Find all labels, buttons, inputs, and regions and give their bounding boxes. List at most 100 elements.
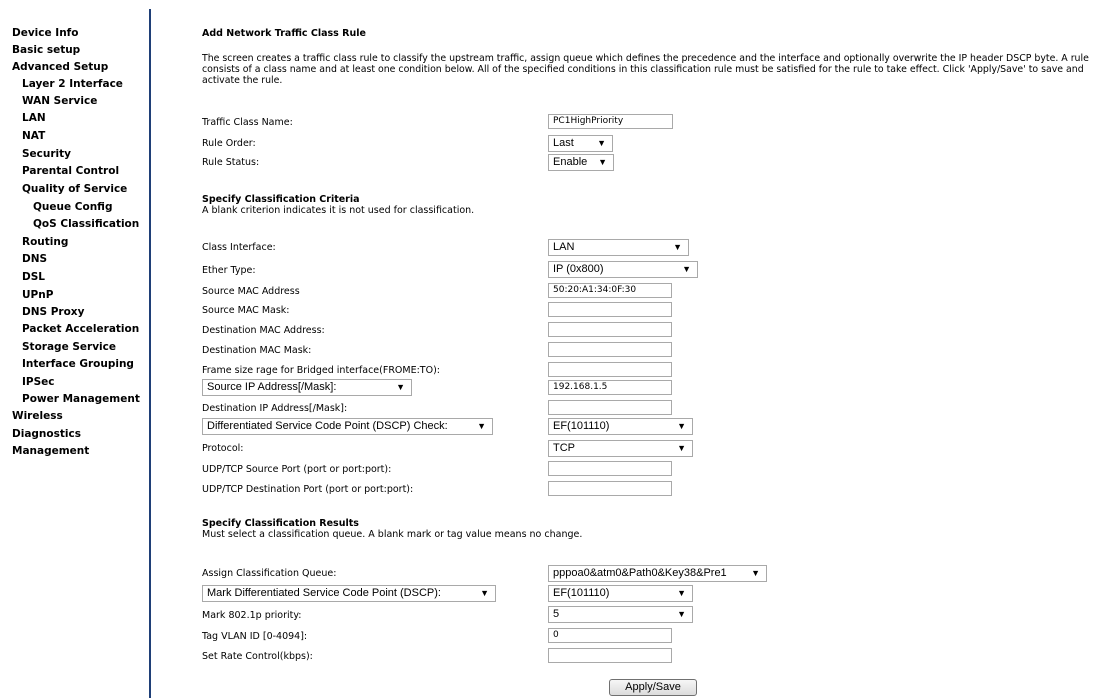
sidebar-item-diagnostics[interactable]: Diagnostics — [12, 428, 81, 440]
protocol-label: Protocol: — [202, 443, 244, 454]
chevron-down-icon: ▼ — [677, 588, 686, 598]
page-title: Add Network Traffic Class Rule — [202, 28, 366, 39]
sidebar-divider — [149, 9, 151, 698]
class-interface-select[interactable]: LAN ▼ — [548, 239, 689, 256]
chevron-down-icon: ▼ — [677, 421, 686, 431]
destination-ip-input[interactable] — [548, 400, 672, 415]
chevron-down-icon: ▼ — [677, 609, 686, 619]
chevron-down-icon: ▼ — [751, 568, 760, 578]
vlan-id-input[interactable]: 0 — [548, 628, 672, 643]
chevron-down-icon: ▼ — [598, 157, 607, 167]
source-mac-mask-input[interactable] — [548, 302, 672, 317]
protocol-select[interactable]: TCP ▼ — [548, 440, 693, 457]
rule-status-select[interactable]: Enable ▼ — [548, 154, 614, 171]
sidebar-item-dsl[interactable]: DSL — [22, 271, 45, 283]
dscp-mark-type-select[interactable]: Mark Differentiated Service Code Point (… — [202, 585, 496, 602]
dscp-mark-select[interactable]: EF(101110) ▼ — [548, 585, 693, 602]
protocol-value: TCP — [553, 442, 575, 454]
dscp-mark-value: EF(101110) — [553, 587, 610, 599]
chevron-down-icon: ▼ — [597, 138, 606, 148]
chevron-down-icon: ▼ — [673, 242, 682, 252]
destination-mac-label: Destination MAC Address: — [202, 325, 325, 336]
destination-mac-mask-label: Destination MAC Mask: — [202, 345, 312, 356]
dscp-check-select[interactable]: EF(101110) ▼ — [548, 418, 693, 435]
results-heading: Specify Classification Results — [202, 518, 359, 529]
source-ip-type-value: Source IP Address[/Mask]: — [207, 381, 337, 393]
priority-8021p-select[interactable]: 5 ▼ — [548, 606, 693, 623]
page-description: The screen creates a traffic class rule … — [202, 53, 1089, 86]
criteria-note: A blank criterion indicates it is not us… — [202, 205, 475, 216]
rule-order-select[interactable]: Last ▼ — [548, 135, 613, 152]
classification-queue-label: Assign Classification Queue: — [202, 568, 337, 579]
sidebar-item-dns-proxy[interactable]: DNS Proxy — [22, 306, 84, 318]
sidebar-item-interface-grouping[interactable]: Interface Grouping — [22, 358, 134, 370]
class-interface-label: Class Interface: — [202, 242, 276, 253]
sidebar-item-power-management[interactable]: Power Management — [22, 393, 140, 405]
source-ip-type-select[interactable]: Source IP Address[/Mask]: ▼ — [202, 379, 412, 396]
source-mac-label: Source MAC Address — [202, 286, 300, 297]
frame-size-input[interactable] — [548, 362, 672, 377]
traffic-class-name-input[interactable]: PC1HighPriority — [548, 114, 673, 129]
dscp-check-type-select[interactable]: Differentiated Service Code Point (DSCP)… — [202, 418, 493, 435]
rule-status-label: Rule Status: — [202, 157, 260, 168]
sidebar-item-management[interactable]: Management — [12, 445, 89, 457]
frame-size-label: Frame size rage for Bridged interface(FR… — [202, 365, 440, 376]
source-mac-mask-label: Source MAC Mask: — [202, 305, 290, 316]
sidebar-item-wan-service[interactable]: WAN Service — [22, 95, 97, 107]
sidebar-item-quality-of-service[interactable]: Quality of Service — [22, 183, 127, 195]
sidebar-item-ipsec[interactable]: IPSec — [22, 376, 55, 388]
sidebar-item-upnp[interactable]: UPnP — [22, 289, 53, 301]
priority-8021p-label: Mark 802.1p priority: — [202, 610, 302, 621]
sidebar-nav: Device Info Basic setup Advanced Setup L… — [0, 0, 149, 698]
dscp-check-value: EF(101110) — [553, 420, 610, 432]
sidebar-item-packet-acceleration[interactable]: Packet Acceleration — [22, 323, 139, 335]
chevron-down-icon: ▼ — [396, 382, 405, 392]
destination-port-input[interactable] — [548, 481, 672, 496]
apply-save-button[interactable]: Apply/Save — [609, 679, 697, 696]
sidebar-item-layer2-interface[interactable]: Layer 2 Interface — [22, 78, 123, 90]
destination-port-label: UDP/TCP Destination Port (port or port:p… — [202, 484, 414, 495]
destination-mac-input[interactable] — [548, 322, 672, 337]
classification-queue-select[interactable]: pppoa0&atm0&Path0&Key38&Pre1 ▼ — [548, 565, 767, 582]
class-interface-value: LAN — [553, 241, 575, 253]
vlan-id-label: Tag VLAN ID [0-4094]: — [202, 631, 308, 642]
source-port-label: UDP/TCP Source Port (port or port:port): — [202, 464, 392, 475]
classification-queue-value: pppoa0&atm0&Path0&Key38&Pre1 — [553, 567, 727, 579]
sidebar-item-dns[interactable]: DNS — [22, 253, 47, 265]
traffic-class-name-label: Traffic Class Name: — [202, 117, 293, 128]
sidebar-item-advanced-setup[interactable]: Advanced Setup — [12, 61, 108, 73]
sidebar-item-nat[interactable]: NAT — [22, 130, 45, 142]
rule-status-value: Enable — [553, 156, 588, 168]
destination-ip-label: Destination IP Address[/Mask]: — [202, 403, 348, 414]
source-mac-input[interactable]: 50:20:A1:34:0F:30 — [548, 283, 672, 298]
ether-type-value: IP (0x800) — [553, 263, 604, 275]
chevron-down-icon: ▼ — [682, 264, 691, 274]
sidebar-item-queue-config[interactable]: Queue Config — [33, 201, 112, 213]
rate-control-label: Set Rate Control(kbps): — [202, 651, 313, 662]
main-content: Add Network Traffic Class Rule The scree… — [202, 0, 1092, 698]
source-ip-input[interactable]: 192.168.1.5 — [548, 380, 672, 395]
ether-type-label: Ether Type: — [202, 265, 256, 276]
priority-8021p-value: 5 — [553, 608, 560, 620]
source-port-input[interactable] — [548, 461, 672, 476]
chevron-down-icon: ▼ — [477, 421, 486, 431]
rate-control-input[interactable] — [548, 648, 672, 663]
criteria-heading: Specify Classification Criteria — [202, 194, 360, 205]
destination-mac-mask-input[interactable] — [548, 342, 672, 357]
sidebar-item-security[interactable]: Security — [22, 148, 71, 160]
rule-order-value: Last — [553, 137, 574, 149]
sidebar-item-routing[interactable]: Routing — [22, 236, 68, 248]
sidebar-item-parental-control[interactable]: Parental Control — [22, 165, 119, 177]
sidebar-item-basic-setup[interactable]: Basic setup — [12, 44, 80, 56]
chevron-down-icon: ▼ — [677, 443, 686, 453]
ether-type-select[interactable]: IP (0x800) ▼ — [548, 261, 698, 278]
sidebar-item-wireless[interactable]: Wireless — [12, 410, 63, 422]
dscp-check-type-value: Differentiated Service Code Point (DSCP)… — [207, 420, 448, 432]
dscp-mark-type-value: Mark Differentiated Service Code Point (… — [207, 587, 441, 599]
sidebar-item-device-info[interactable]: Device Info — [12, 27, 78, 39]
results-note: Must select a classification queue. A bl… — [202, 529, 583, 540]
sidebar-item-qos-classification[interactable]: QoS Classification — [33, 218, 139, 230]
chevron-down-icon: ▼ — [480, 588, 489, 598]
sidebar-item-storage-service[interactable]: Storage Service — [22, 341, 116, 353]
sidebar-item-lan[interactable]: LAN — [22, 112, 46, 124]
